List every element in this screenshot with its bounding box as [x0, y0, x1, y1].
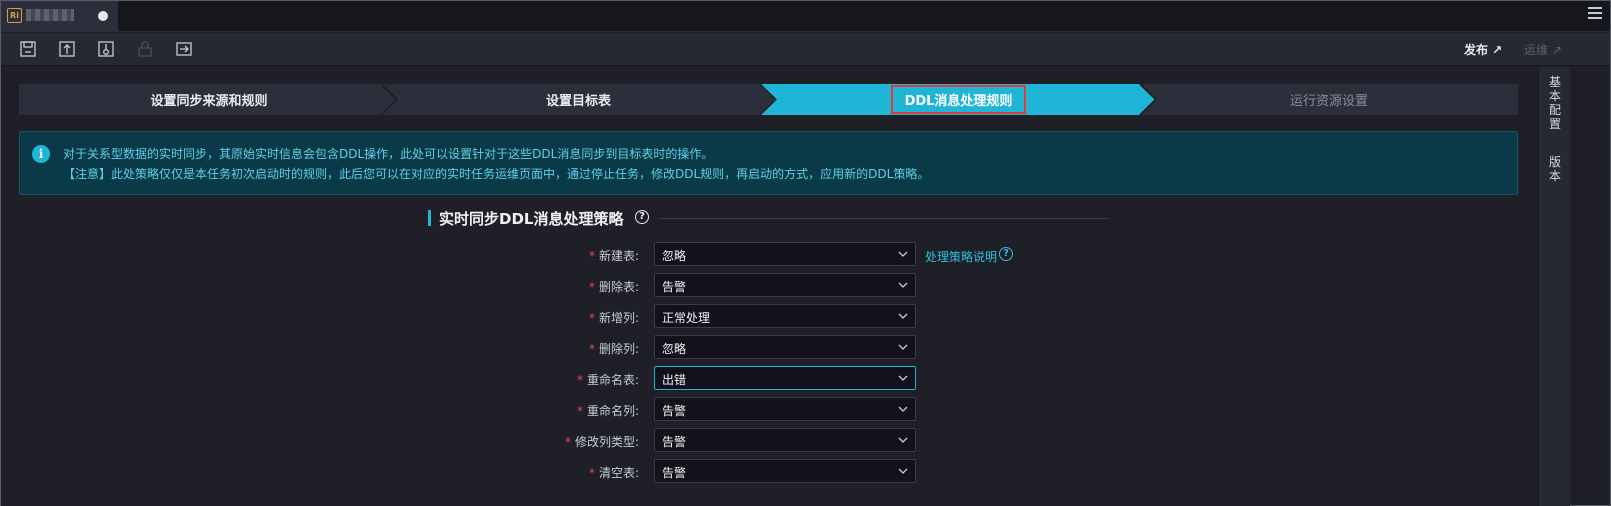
chevron-down-icon — [898, 313, 908, 319]
step-label: 设置同步来源和规则 — [150, 94, 268, 109]
chevron-down-icon — [898, 282, 908, 288]
file-tab[interactable]: Ri — [1, 1, 118, 32]
right-side-panel: 基本配置 版本 — [1538, 67, 1570, 506]
toolbar: 发布 ↗ 运维 ↗ — [1, 33, 1610, 66]
save-icon[interactable] — [19, 40, 37, 58]
select-alter-column-type[interactable]: 告警 — [654, 428, 916, 452]
required-mark: * — [588, 311, 595, 325]
menu-icon[interactable] — [1588, 7, 1602, 21]
tab-bar: Ri — [1, 1, 1610, 32]
step-label: 设置目标表 — [545, 94, 611, 109]
chevron-down-icon — [898, 251, 908, 257]
required-mark: * — [588, 342, 595, 356]
help-icon[interactable]: ? — [999, 247, 1013, 261]
section-divider — [659, 218, 1109, 219]
step-ddl-rules[interactable]: DDL消息处理规则 — [761, 84, 1156, 115]
info-alert: i 对于关系型数据的实时同步，其原始实时信息会包含DDL操作，此处可以设置针对于… — [19, 131, 1518, 195]
step-label: 运行资源设置 — [1289, 94, 1368, 109]
publish-button[interactable]: 发布 ↗ — [1464, 41, 1502, 58]
chevron-down-icon — [898, 406, 908, 412]
select-value: 告警 — [662, 466, 687, 480]
unsaved-indicator[interactable] — [98, 11, 108, 21]
label-drop-table: * 删除表: — [588, 280, 639, 294]
step-source-rules[interactable]: 设置同步来源和规则 — [19, 84, 399, 115]
info-text-line2: 【注意】此处策略仅仅是本任务初次启动时的规则，此后您可以在对应的实时任务运维页面… — [63, 167, 930, 181]
side-tab-basic-config[interactable]: 基本配置 — [1548, 75, 1562, 131]
required-mark: * — [576, 404, 583, 418]
select-drop-table[interactable]: 告警 — [654, 273, 916, 297]
help-icon[interactable]: ? — [635, 210, 649, 224]
file-name-redacted — [26, 9, 74, 21]
select-value: 忽略 — [662, 249, 687, 263]
chevron-down-icon — [898, 375, 908, 381]
label-truncate-table: * 清空表: — [588, 466, 639, 480]
label-rename-table: * 重命名表: — [576, 373, 639, 387]
required-mark: * — [588, 280, 595, 294]
label-add-column: * 新增列: — [588, 311, 639, 325]
select-value: 告警 — [662, 435, 687, 449]
required-mark: * — [576, 373, 583, 387]
select-value: 正常处理 — [662, 311, 711, 325]
select-create-table[interactable]: 忽略 — [654, 242, 916, 266]
label-rename-column: * 重命名列: — [576, 404, 639, 418]
section-title: 实时同步DDL消息处理策略 — [439, 210, 624, 228]
step-label-active: DDL消息处理规则 — [890, 85, 1027, 114]
select-drop-column[interactable]: 忽略 — [654, 335, 916, 359]
label-drop-column: * 删除列: — [588, 342, 639, 356]
step-run-resources[interactable]: 运行资源设置 — [1140, 84, 1518, 115]
select-value: 告警 — [662, 404, 687, 418]
select-value: 出错 — [662, 373, 687, 387]
chevron-down-icon — [898, 344, 908, 350]
app-logo-icon: Ri — [7, 8, 22, 23]
chevron-down-icon — [898, 468, 908, 474]
submit-icon[interactable] — [58, 40, 76, 58]
required-mark: * — [588, 466, 595, 480]
export-icon[interactable] — [175, 40, 193, 58]
select-rename-column[interactable]: 告警 — [654, 397, 916, 421]
unlock-icon — [136, 40, 154, 58]
main-content: 设置同步来源和规则 设置目标表 DDL消息处理规则 运行资源设置 i 对于关系型… — [1, 67, 1538, 506]
label-alter-column-type: * 修改列类型: — [564, 435, 639, 449]
required-mark: * — [564, 435, 571, 449]
select-value: 忽略 — [662, 342, 687, 356]
select-rename-table[interactable]: 出错 — [654, 366, 916, 390]
chevron-down-icon — [898, 437, 908, 443]
select-add-column[interactable]: 正常处理 — [654, 304, 916, 328]
strategy-help-link[interactable]: 处理策略说明 — [925, 248, 997, 265]
ops-button: 运维 ↗ — [1524, 43, 1562, 57]
lock-file-icon[interactable] — [97, 40, 115, 58]
select-truncate-table[interactable]: 告警 — [654, 459, 916, 483]
info-icon: i — [32, 145, 50, 163]
select-value: 告警 — [662, 280, 687, 294]
section-accent-bar — [428, 210, 431, 226]
step-target-table[interactable]: 设置目标表 — [381, 84, 776, 115]
info-text-line1: 对于关系型数据的实时同步，其原始实时信息会包含DDL操作，此处可以设置针对于这些… — [63, 147, 714, 161]
required-mark: * — [588, 249, 595, 263]
label-create-table: * 新建表: — [588, 249, 639, 263]
step-progress: 设置同步来源和规则 设置目标表 DDL消息处理规则 运行资源设置 — [19, 84, 1518, 115]
side-tab-version[interactable]: 版本 — [1548, 155, 1562, 183]
